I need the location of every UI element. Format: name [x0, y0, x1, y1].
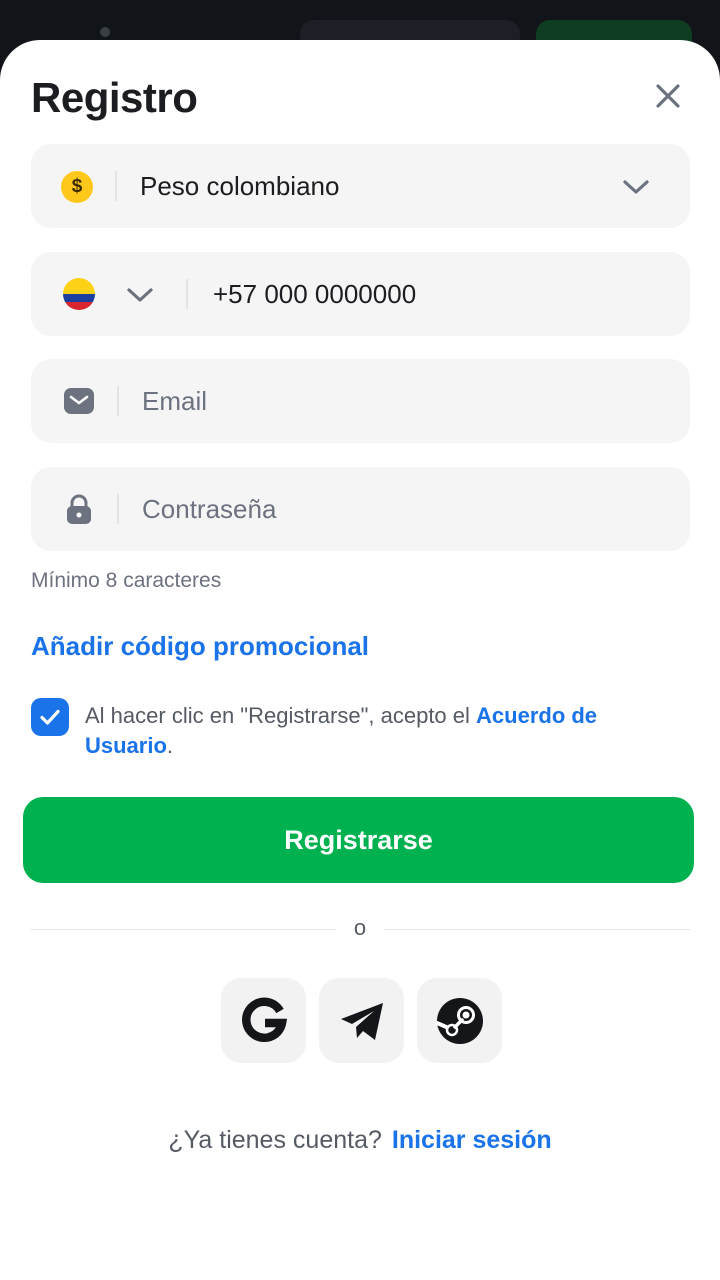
- promo-code-link[interactable]: Añadir código promocional: [31, 631, 369, 662]
- field-divider: [115, 171, 117, 201]
- google-login-button[interactable]: [221, 978, 306, 1063]
- agreement-text-before: Al hacer clic en "Registrarse", acepto e…: [85, 703, 477, 728]
- close-icon: [656, 84, 680, 108]
- telegram-login-button[interactable]: [319, 978, 404, 1063]
- mail-icon: [64, 388, 94, 414]
- email-field[interactable]: Email: [31, 359, 690, 443]
- login-question: ¿Ya tienes cuenta?: [168, 1126, 382, 1154]
- chevron-down-icon: [623, 180, 649, 194]
- password-field[interactable]: Contraseña: [31, 467, 690, 551]
- lock-icon: [67, 494, 91, 524]
- agreement-text: Al hacer clic en "Registrarse", acepto e…: [85, 701, 685, 761]
- steam-login-button[interactable]: [417, 978, 502, 1063]
- field-divider: [186, 279, 188, 309]
- colombia-flag-icon: [63, 278, 95, 310]
- page-title: Registro: [31, 74, 198, 121]
- login-link[interactable]: Iniciar sesión: [392, 1126, 552, 1154]
- dollar-coin-icon: $: [61, 171, 93, 203]
- login-prompt: ¿Ya tienes cuenta? Iniciar sesión: [0, 1126, 720, 1155]
- divider-label: o: [353, 915, 367, 940]
- google-icon: [241, 997, 287, 1042]
- email-placeholder: Email: [142, 386, 208, 416]
- agreement-text-after: .: [166, 733, 174, 758]
- agreement-checkbox[interactable]: [31, 698, 69, 736]
- currency-value: Peso colombiano: [140, 171, 340, 201]
- divider-line-left: [31, 929, 336, 930]
- registration-sheet: Registro $ Peso colombiano +57 000 00000…: [0, 40, 720, 1280]
- close-button[interactable]: [646, 74, 690, 118]
- country-code-chevron-icon[interactable]: [125, 280, 155, 310]
- background-dot: [100, 27, 110, 37]
- phone-field[interactable]: +57 000 0000000: [31, 252, 690, 336]
- currency-select[interactable]: $ Peso colombiano: [31, 144, 690, 228]
- steam-icon: [434, 997, 483, 1044]
- password-hint: Mínimo 8 caracteres: [31, 569, 222, 592]
- phone-value: +57 000 0000000: [213, 279, 417, 309]
- divider-line-right: [384, 929, 690, 930]
- check-icon: [40, 709, 60, 725]
- telegram-icon: [340, 1002, 383, 1040]
- field-divider: [117, 386, 119, 416]
- register-button[interactable]: Registrarse: [23, 797, 694, 883]
- field-divider: [117, 494, 119, 524]
- password-placeholder: Contraseña: [142, 494, 277, 524]
